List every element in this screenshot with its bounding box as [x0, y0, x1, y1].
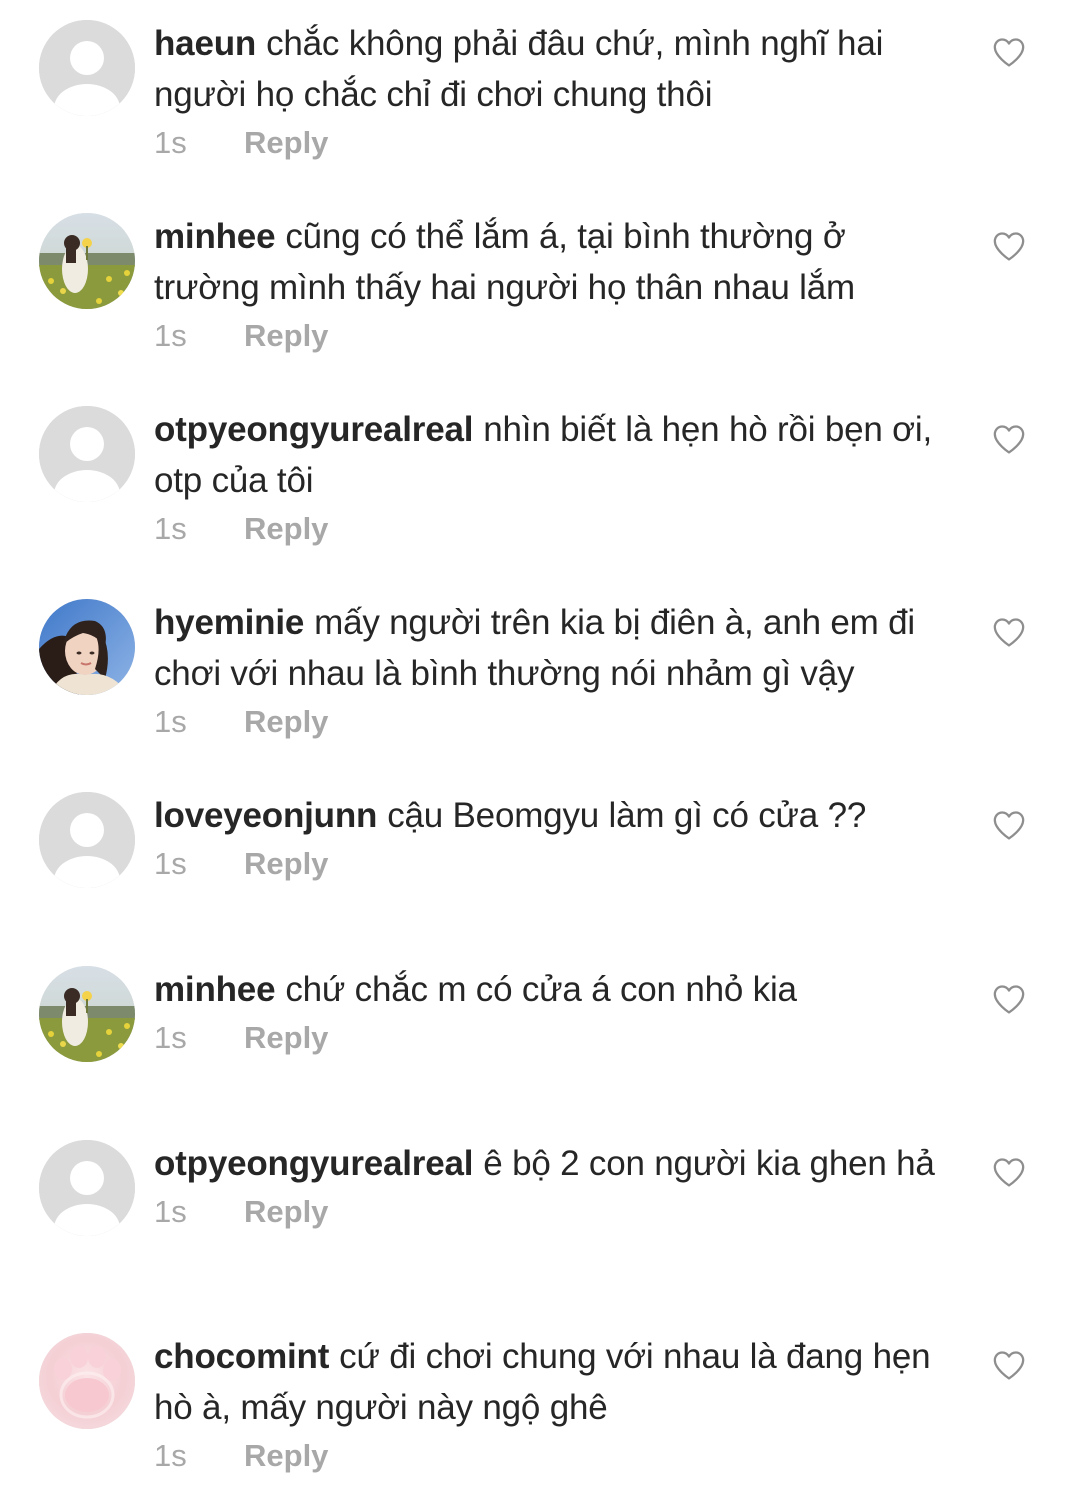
heart-icon[interactable]: [992, 36, 1026, 68]
default-avatar-icon[interactable]: [39, 406, 135, 502]
comment-body: minhee chứ chắc m có cửa á con nhỏ kia 1s…: [154, 964, 944, 1059]
comment-meta: 1s Reply: [154, 1017, 944, 1059]
comment-timestamp: 1s: [154, 511, 187, 546]
heart-icon[interactable]: [992, 809, 1026, 841]
comment-timestamp: 1s: [154, 318, 187, 353]
heart-icon[interactable]: [992, 616, 1026, 648]
comment-username[interactable]: chocomint: [154, 1337, 329, 1376]
comment-text: ê bộ 2 con người kia ghen hả: [483, 1144, 935, 1183]
comment-meta: 1s Reply: [154, 1191, 944, 1233]
comment-timestamp: 1s: [154, 704, 187, 739]
reply-button[interactable]: Reply: [244, 1194, 328, 1229]
comment-body: hyeminie mấy người trên kia bị điên à, an…: [154, 597, 944, 743]
comment-text-line: minhee chứ chắc m có cửa á con nhỏ kia: [154, 964, 944, 1015]
comment-body: otpyeongyurealreal ê bộ 2 con người kia g…: [154, 1138, 944, 1233]
reply-button[interactable]: Reply: [244, 704, 328, 739]
comment-text: chắc không phải đâu chứ, mình nghĩ hai n…: [154, 24, 884, 114]
reply-button[interactable]: Reply: [244, 511, 328, 546]
comment-body: otpyeongyurealreal nhìn biết là hẹn hò rồ…: [154, 404, 944, 550]
comment-username[interactable]: hyeminie: [154, 603, 304, 642]
comment-timestamp: 1s: [154, 1020, 187, 1055]
comment-body: haeun chắc không phải đâu chứ, mình nghĩ …: [154, 18, 944, 164]
comment-text: chứ chắc m có cửa á con nhỏ kia: [285, 970, 797, 1009]
comment-username[interactable]: loveyeonjunn: [154, 796, 377, 835]
comment-text-line: hyeminie mấy người trên kia bị điên à, an…: [154, 597, 944, 699]
comment-text-line: minhee cũng có thể lắm á, tại bình thường…: [154, 211, 944, 313]
comment-text-line: haeun chắc không phải đâu chứ, mình nghĩ …: [154, 18, 944, 120]
comment-timestamp: 1s: [154, 846, 187, 881]
user-avatar[interactable]: [39, 1333, 135, 1429]
comment-text-line: loveyeonjunn cậu Beomgyu làm gì có cửa ??: [154, 790, 944, 841]
comment-username[interactable]: otpyeongyurealreal: [154, 410, 473, 449]
comment-body: loveyeonjunn cậu Beomgyu làm gì có cửa ??…: [154, 790, 944, 885]
comment-text: cậu Beomgyu làm gì có cửa ??: [387, 796, 867, 835]
comment-text-line: otpyeongyurealreal ê bộ 2 con người kia g…: [154, 1138, 944, 1189]
reply-button[interactable]: Reply: [244, 125, 328, 160]
comment-username[interactable]: minhee: [154, 217, 276, 256]
comment-text-line: otpyeongyurealreal nhìn biết là hẹn hò rồ…: [154, 404, 944, 506]
heart-icon[interactable]: [992, 230, 1026, 262]
comment-body: minhee cũng có thể lắm á, tại bình thường…: [154, 211, 944, 357]
comment-username[interactable]: haeun: [154, 24, 256, 63]
comment-meta: 1s Reply: [154, 1435, 944, 1477]
reply-button[interactable]: Reply: [244, 1020, 328, 1055]
comment-timestamp: 1s: [154, 1438, 187, 1473]
user-avatar[interactable]: [39, 599, 135, 695]
reply-button[interactable]: Reply: [244, 846, 328, 881]
comment-meta: 1s Reply: [154, 508, 944, 550]
comment-body: chocomint cứ đi chơi chung với nhau là đa…: [154, 1331, 944, 1477]
comment-username[interactable]: minhee: [154, 970, 276, 1009]
comment-meta: 1s Reply: [154, 701, 944, 743]
user-avatar[interactable]: [39, 966, 135, 1062]
comment-meta: 1s Reply: [154, 315, 944, 357]
default-avatar-icon[interactable]: [39, 20, 135, 116]
comment-text-line: chocomint cứ đi chơi chung với nhau là đa…: [154, 1331, 944, 1433]
user-avatar[interactable]: [39, 213, 135, 309]
comment-username[interactable]: otpyeongyurealreal: [154, 1144, 473, 1183]
comment-timestamp: 1s: [154, 125, 187, 160]
default-avatar-icon[interactable]: [39, 1140, 135, 1236]
heart-icon[interactable]: [992, 1349, 1026, 1381]
comment-meta: 1s Reply: [154, 122, 944, 164]
comment-timestamp: 1s: [154, 1194, 187, 1229]
reply-button[interactable]: Reply: [244, 318, 328, 353]
heart-icon[interactable]: [992, 983, 1026, 1015]
default-avatar-icon[interactable]: [39, 792, 135, 888]
heart-icon[interactable]: [992, 423, 1026, 455]
comment-meta: 1s Reply: [154, 843, 944, 885]
reply-button[interactable]: Reply: [244, 1438, 328, 1473]
heart-icon[interactable]: [992, 1156, 1026, 1188]
